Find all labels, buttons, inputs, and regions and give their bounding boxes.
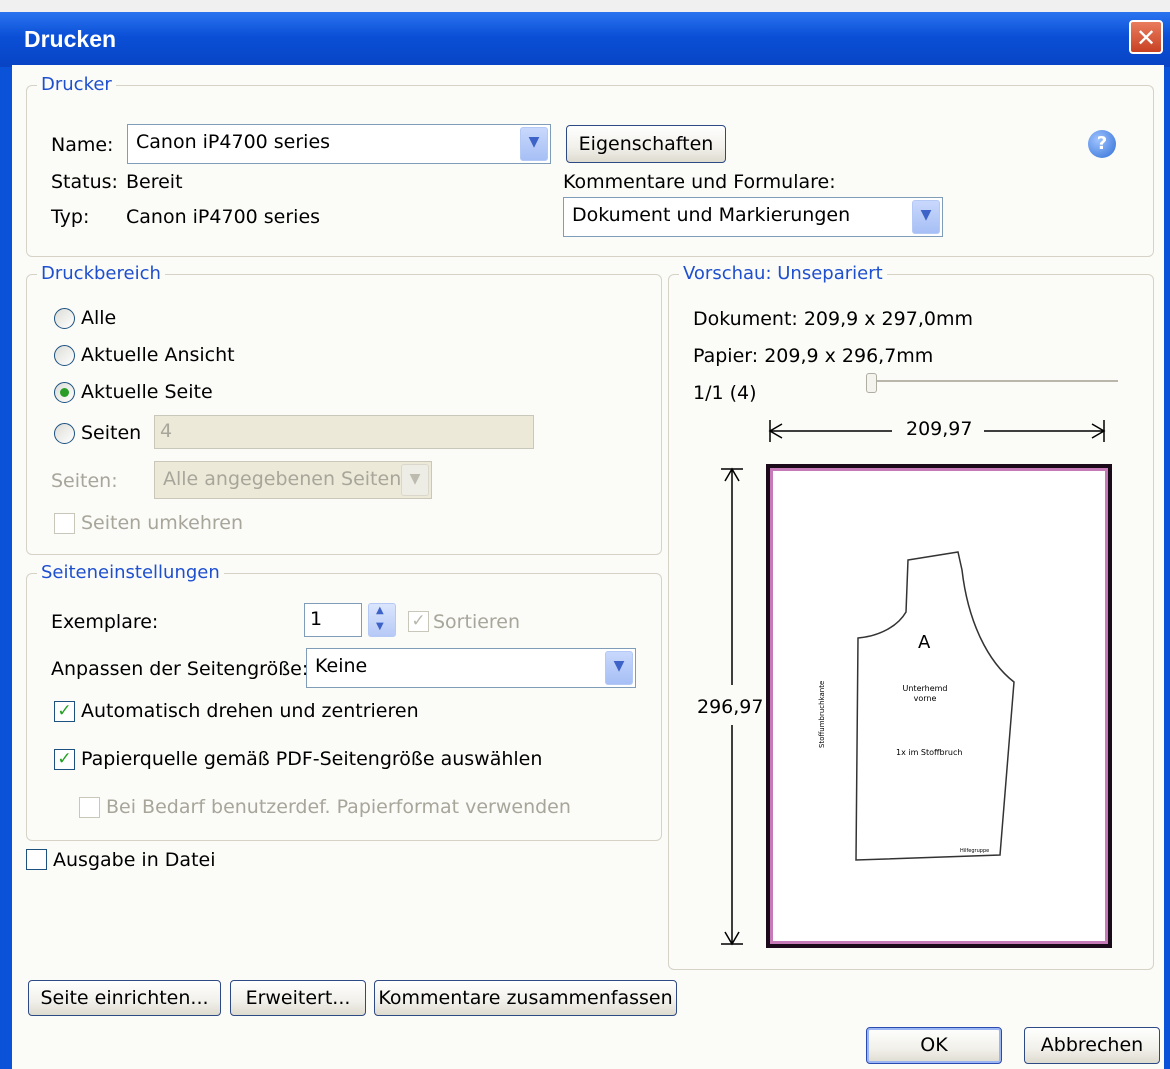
page-slider-track[interactable] [870,380,1118,382]
radio-current-view-label[interactable]: Aktuelle Ansicht [81,343,235,367]
chevron-down-icon[interactable]: ▼ [605,651,633,685]
fit-page-value: Keine [315,655,368,677]
page-counter-text: 1/1 (4) [693,382,757,404]
height-dimension-label: 296,97 [697,696,764,718]
reverse-pages-checkbox[interactable] [54,513,75,534]
subset-value: Alle angegebenen Seiten [163,468,402,490]
pattern-text-2: 1x im Stoffbruch [896,748,963,757]
chevron-down-icon[interactable]: ▼ [401,464,429,496]
subset-select[interactable]: Alle angegebenen Seiten ▼ [154,461,432,499]
advanced-button[interactable]: Erweitert... [230,980,366,1016]
pattern-small-text: Hilfegruppe [960,848,990,854]
copies-spinner[interactable]: ▲ ▼ [368,603,396,637]
comments-forms-label: Kommentare und Formulare: [563,171,836,193]
comments-forms-value: Dokument und Markierungen [572,204,851,226]
radio-all[interactable] [54,308,75,329]
paper-source-checkbox[interactable]: ✓ [54,749,75,770]
chevron-down-icon[interactable]: ▼ [520,127,548,161]
printer-type-value: Canon iP4700 series [126,206,321,228]
spin-up-icon[interactable]: ▲ [376,605,384,616]
radio-current-page[interactable] [54,382,75,403]
printer-name-select[interactable]: Canon iP4700 series ▼ [127,124,551,164]
pattern-letter: A [918,632,931,653]
fit-page-select[interactable]: Keine ▼ [306,648,636,688]
page-setup-button[interactable]: Seite einrichten... [28,980,221,1016]
page-slider-thumb[interactable] [866,373,877,393]
pattern-text-1: Unterhemd vorne [902,684,948,703]
dialog-body: Drucker Name: Canon iP4700 series ▼ Eige… [12,65,1164,1069]
copies-input[interactable]: 1 [304,603,362,637]
auto-rotate-checkbox[interactable]: ✓ [54,701,75,722]
cancel-button[interactable]: Abbrechen [1024,1027,1160,1064]
help-icon[interactable]: ? [1088,130,1116,158]
radio-current-view[interactable] [54,345,75,366]
printer-legend: Drucker [37,74,116,96]
width-dimension-label: 209,97 [902,417,977,441]
radio-all-label[interactable]: Alle [81,306,116,330]
window-title: Drucken [24,26,117,52]
preview-legend: Vorschau: Unsepariert [679,263,887,285]
radio-selected-dot [60,388,69,397]
collate-label[interactable]: Sortieren [433,610,520,634]
printer-status-value: Bereit [126,171,183,193]
radio-pages[interactable] [54,423,75,444]
reverse-pages-label[interactable]: Seiten umkehren [81,511,243,535]
title-bar[interactable] [0,12,1170,67]
paper-size-text: Papier: 209,9 x 296,7mm [693,345,934,367]
printer-status-label: Status: [51,171,118,193]
paper-source-label[interactable]: Papierquelle gemäß PDF-Seitengröße auswä… [81,747,542,771]
output-to-file-label[interactable]: Ausgabe in Datei [53,848,215,872]
spin-down-icon[interactable]: ▼ [376,621,384,632]
properties-button[interactable]: Eigenschaften [566,125,726,163]
sewing-pattern-image [855,551,1015,861]
fit-page-label: Anpassen der Seitengröße: [51,658,309,680]
chevron-down-icon[interactable]: ▼ [912,200,940,234]
output-to-file-checkbox[interactable] [26,849,47,870]
ok-button[interactable]: OK [866,1027,1002,1064]
printer-type-label: Typ: [51,206,90,228]
comments-forms-select[interactable]: Dokument und Markierungen ▼ [563,197,943,237]
custom-paper-checkbox[interactable] [79,797,100,818]
custom-paper-label[interactable]: Bei Bedarf benutzerdef. Papierformat ver… [106,795,571,819]
document-size-text: Dokument: 209,9 x 297,0mm [693,308,973,330]
close-button[interactable]: ✕ [1129,20,1163,54]
auto-rotate-label[interactable]: Automatisch drehen und zentrieren [81,699,419,723]
printer-name-label: Name: [51,134,114,156]
radio-pages-label[interactable]: Seiten [81,421,141,445]
subset-label: Seiten: [51,470,118,492]
page-settings-legend: Seiteneinstellungen [37,562,224,584]
print-range-legend: Druckbereich [37,263,165,285]
background-window-strip [0,0,1170,12]
pattern-side-text: Stoffumbruchkante [818,680,826,748]
radio-current-page-label[interactable]: Aktuelle Seite [81,380,213,404]
copies-label: Exemplare: [51,611,159,633]
summarize-comments-button[interactable]: Kommentare zusammenfassen [374,980,677,1016]
pages-input[interactable]: 4 [154,415,534,449]
page-preview: A Unterhemd vorne 1x im Stoffbruch Stoff… [766,464,1112,948]
printer-name-value: Canon iP4700 series [136,131,331,153]
collate-checkbox[interactable]: ✓ [408,611,429,632]
